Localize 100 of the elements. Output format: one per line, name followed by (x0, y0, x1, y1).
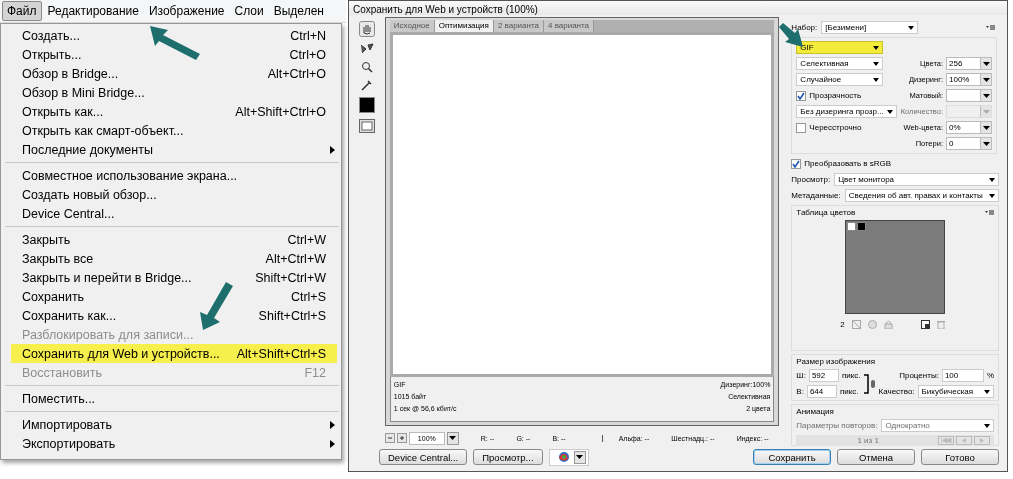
checkbox[interactable] (791, 158, 802, 169)
submenu-arrow-icon (330, 421, 335, 429)
height-field[interactable]: 644 (806, 385, 837, 398)
checkbox-label: Преобразовать в sRGB (804, 159, 892, 168)
color-swatch[interactable] (847, 222, 857, 231)
menu-item[interactable]: Импортировать (1, 415, 341, 434)
slices-toggle-icon[interactable] (358, 119, 375, 133)
menu-item[interactable]: Закрыть все Alt+Ctrl+W (1, 249, 341, 268)
metadata-select[interactable]: Сведения об авт. правах и контакты (844, 189, 999, 202)
menu-item[interactable]: Сохранить как... Shift+Ctrl+S (1, 306, 341, 325)
width-label: Ш: (796, 371, 806, 380)
caret-icon (982, 125, 990, 130)
menu-item[interactable]: Совместное использование экрана... (1, 166, 341, 185)
unit-label: % (986, 371, 994, 380)
panel-menu-icon[interactable] (985, 210, 994, 215)
globe-icon (557, 451, 570, 463)
menu-item[interactable]: Открыть как... Alt+Shift+Ctrl+O (1, 102, 341, 121)
menu-title[interactable]: Выделен (269, 2, 328, 20)
color-swatch[interactable] (857, 222, 867, 231)
menu-item[interactable]: Открыть... Ctrl+O (1, 45, 341, 64)
dialog-button[interactable]: Сохранить (753, 449, 831, 465)
option-combo[interactable]: 256 (946, 57, 992, 70)
caret-icon (449, 436, 457, 440)
unit-label: пикс. (839, 387, 859, 396)
zoom-in-icon[interactable] (396, 433, 407, 443)
new-color-icon[interactable] (920, 320, 930, 329)
frame-counter: 1 из 1 (856, 436, 880, 445)
width-field[interactable]: 592 (808, 369, 839, 382)
menu-item[interactable]: Закрыть Ctrl+W (1, 230, 341, 249)
caret-icon (982, 93, 990, 98)
view-tab[interactable]: Исходное (389, 20, 435, 32)
section-title: Таблица цветов (796, 208, 856, 217)
caret-icon (982, 109, 990, 114)
menu-item[interactable]: Поместить... (1, 389, 341, 408)
view-tab[interactable]: 4 варианта (543, 20, 595, 32)
option-combo[interactable]: 0 (946, 137, 992, 150)
slice-select-tool-icon[interactable] (359, 43, 374, 55)
zoom-out-icon[interactable] (384, 433, 395, 443)
view-tab[interactable]: 2 варианта (493, 20, 544, 32)
pointer-arrow-icon (200, 282, 234, 330)
dialog-button[interactable]: Просмотр... (473, 449, 543, 465)
preview-label: Просмотр: (791, 175, 831, 184)
browser-select[interactable] (548, 448, 589, 466)
unit-label: пикс. (841, 371, 861, 380)
checkbox[interactable] (796, 90, 807, 101)
submenu-arrow-icon (330, 146, 335, 154)
color-count: 2 (840, 320, 845, 329)
option-combo[interactable]: 100% (946, 73, 992, 86)
menu-item[interactable]: Создать новый обзор... (1, 185, 341, 204)
checkbox-label: Прозрачность (809, 91, 862, 100)
eyedropper-tool-icon[interactable] (360, 79, 373, 91)
quality-select[interactable]: Бикубическая (917, 385, 994, 398)
dropdown-button[interactable] (446, 431, 459, 445)
preset-label: Набор: (791, 23, 818, 32)
menu-title[interactable]: Редактирование (43, 2, 143, 20)
option-combo[interactable] (946, 89, 992, 102)
section-title: Размер изображения (796, 357, 877, 366)
metadata-label: Метаданные: (791, 191, 841, 200)
dialog-button[interactable]: Готово (921, 449, 999, 465)
submenu-arrow-icon (330, 440, 335, 448)
menu-title[interactable]: Файл (2, 1, 42, 21)
menu-item[interactable]: Экспортировать (1, 434, 341, 453)
checkbox[interactable] (796, 122, 807, 133)
panel-menu-icon[interactable] (986, 25, 995, 30)
zoom-tool-icon[interactable] (360, 61, 373, 73)
dialog-button[interactable]: Отмена (837, 449, 915, 465)
loop-label: Параметры повторов: (796, 421, 878, 430)
view-tab[interactable]: Оптимизация (434, 20, 494, 32)
option-combo[interactable]: 0% (946, 121, 992, 134)
menu-item[interactable]: Открыть как смарт-объект... (1, 121, 341, 140)
color-swatch-icon[interactable] (358, 97, 375, 113)
preset-select[interactable]: [Безимени] (821, 21, 919, 34)
pointer-arrow-icon (150, 26, 200, 60)
menu-item[interactable]: Обзор в Bridge... Alt+Ctrl+O (1, 64, 341, 83)
option-select[interactable]: Случайное (796, 73, 884, 86)
menu-title[interactable]: Слои (230, 2, 268, 20)
dialog-button[interactable]: Device Central... (379, 449, 468, 465)
caret-icon (982, 77, 990, 82)
checkbox-label: Чересстрочно (809, 123, 862, 132)
option-select[interactable]: Селективная (796, 57, 884, 70)
menu-item[interactable]: Device Central... (1, 204, 341, 223)
menu-item[interactable]: Обзор в Mini Bridge... (1, 83, 341, 102)
percent-field[interactable]: 100 (941, 369, 984, 382)
constrain-link-icon[interactable] (863, 371, 876, 396)
menu-item[interactable]: Создать... Ctrl+N (1, 26, 341, 45)
menu-title[interactable]: Изображение (144, 2, 229, 20)
menu-item[interactable]: Сохранить Ctrl+S (1, 287, 341, 306)
height-label: В: (796, 387, 804, 396)
percent-label: Проценты: (899, 371, 939, 380)
loop-select[interactable]: Однократно (881, 419, 994, 432)
format-select[interactable]: GIF (796, 41, 884, 54)
window-title: Сохранить для Web и устройств (100%) (349, 1, 1007, 15)
menu-item[interactable]: Сохранить для Web и устройств... Alt+Shift+Ctrl+S (11, 344, 337, 363)
menu-item[interactable]: Последние документы (1, 140, 341, 159)
section-title: Анимация (796, 407, 835, 416)
preview-select[interactable]: Цвет монитора (834, 173, 999, 186)
caret-icon (576, 455, 584, 459)
menu-item[interactable]: Закрыть и перейти в Bridge... Shift+Ctrl+W (1, 268, 341, 287)
option-select[interactable]: Без дизеринга прозр... (796, 105, 897, 118)
quality-label: Качество: (878, 387, 915, 396)
